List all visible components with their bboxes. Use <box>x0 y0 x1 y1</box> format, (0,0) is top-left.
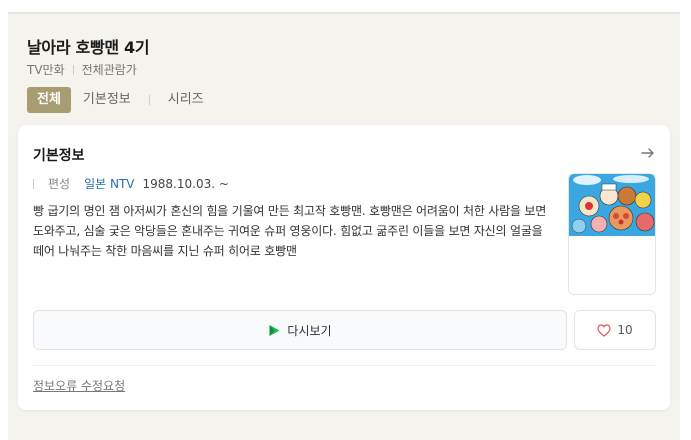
broadcast-label: 편성 <box>48 177 71 191</box>
poster-image <box>569 174 655 294</box>
content-panel: 날아라 호빵맨 4기 TV만화 전체관람가 전체 기본정보 시리즈 기본정보 편… <box>8 12 680 440</box>
tab-series[interactable]: 시리즈 <box>156 87 216 113</box>
description: 빵 굽기의 명인 잼 아저씨가 혼신의 힘을 기울여 만든 최고작 호빵맨. 호… <box>33 204 547 258</box>
basic-info-card: 기본정보 편성 일본 NTV 1988.10.03. ~ 빵 굽기의 명인 잼 … <box>18 125 670 410</box>
genre-label: TV만화 <box>27 63 65 77</box>
card-divider <box>33 365 655 366</box>
air-date: 1988.10.03. ~ <box>142 176 229 191</box>
replay-label: 다시보기 <box>287 323 332 338</box>
rating-label: 전체관람가 <box>81 63 137 77</box>
meta-info: TV만화 전체관람가 <box>27 61 137 78</box>
arrow-right-icon[interactable] <box>640 145 656 161</box>
page-title: 날아라 호빵맨 4기 <box>27 38 150 57</box>
card-title: 기본정보 <box>33 148 85 164</box>
tab-all[interactable]: 전체 <box>27 87 71 113</box>
like-count: 10 <box>617 323 633 337</box>
heart-icon <box>597 323 611 337</box>
channel-link[interactable]: 일본 NTV <box>84 175 134 192</box>
play-icon <box>269 324 280 336</box>
like-button[interactable]: 10 <box>574 310 656 350</box>
tab-divider <box>148 95 150 105</box>
meta-divider <box>72 64 74 75</box>
tab-basic-info[interactable]: 기본정보 <box>71 87 143 113</box>
info-bar <box>33 178 34 189</box>
report-error-link[interactable]: 정보오류 수정요청 <box>33 377 125 394</box>
tab-bar: 전체 기본정보 시리즈 <box>27 87 216 113</box>
broadcast-info: 편성 일본 NTV 1988.10.03. ~ <box>33 175 229 192</box>
replay-button[interactable]: 다시보기 <box>33 310 567 350</box>
poster-thumbnail[interactable] <box>568 173 656 295</box>
